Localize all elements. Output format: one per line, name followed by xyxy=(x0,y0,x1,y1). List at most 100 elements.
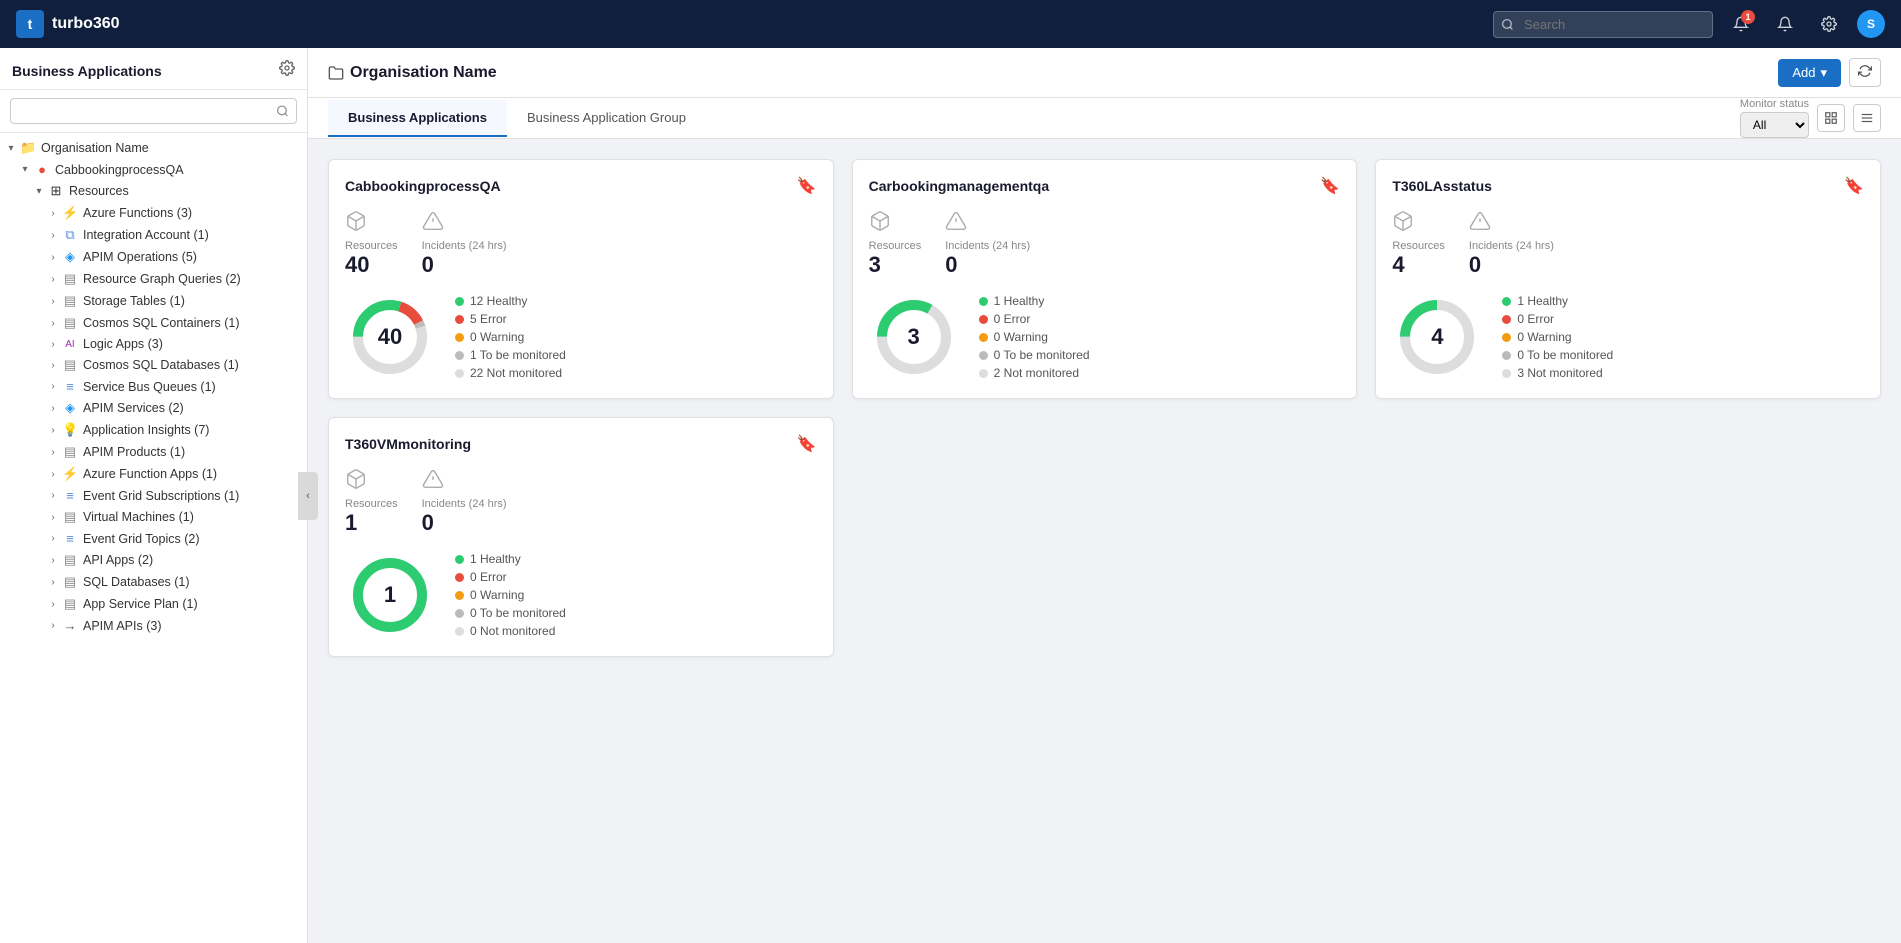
legend-dot xyxy=(1502,333,1511,342)
tree-item-label: Event Grid Subscriptions (1) xyxy=(83,489,239,503)
sidebar-item-app-insights[interactable]: › 💡 Application Insights (7) xyxy=(0,419,307,441)
app-logo[interactable]: t turbo360 xyxy=(16,10,120,38)
legend-label: 1 Healthy xyxy=(994,294,1045,308)
tab-business-application-group[interactable]: Business Application Group xyxy=(507,100,706,137)
resources-label: Resources xyxy=(345,498,398,510)
sidebar-item-app-service-plan[interactable]: › ▤ App Service Plan (1) xyxy=(0,593,307,615)
add-button[interactable]: Add ▾ xyxy=(1778,59,1841,87)
chevron-right-icon: › xyxy=(46,423,60,437)
tree-item-label: Azure Function Apps (1) xyxy=(83,467,217,481)
sidebar-item-apim-products[interactable]: › ▤ APIM Products (1) xyxy=(0,441,307,463)
sidebar-item-apim-apis[interactable]: › → APIM APIs (3) xyxy=(0,615,307,636)
sidebar-item-event-grid-subs[interactable]: › ≡ Event Grid Subscriptions (1) xyxy=(0,485,307,506)
incidents-stat: Incidents (24 hrs) 0 xyxy=(422,210,507,278)
alerts-button[interactable] xyxy=(1769,8,1801,40)
chevron-right-icon: › xyxy=(46,619,60,633)
sidebar-item-azure-functions[interactable]: › ⚡ Azure Functions (3) xyxy=(0,202,307,224)
sidebar-item-cosmos-db[interactable]: › ▤ Cosmos SQL Databases (1) xyxy=(0,354,307,376)
tree-item-label: APIM Services (2) xyxy=(83,401,184,415)
resources-stat: Resources 3 xyxy=(869,210,922,278)
sidebar-item-app[interactable]: ▾ ● CabbookingprocessQA xyxy=(0,159,307,180)
sidebar-item-org[interactable]: ▾ 📁 Organisation Name xyxy=(0,137,307,159)
sidebar-item-resource-graph[interactable]: › ▤ Resource Graph Queries (2) xyxy=(0,268,307,290)
bookmark-icon[interactable]: 🔖 xyxy=(1320,176,1340,196)
legend-dot xyxy=(979,315,988,324)
bookmark-icon[interactable]: 🔖 xyxy=(797,434,817,454)
legend-item: 0 Warning xyxy=(455,330,566,344)
card-view-button[interactable] xyxy=(1817,104,1845,132)
sidebar-settings-icon[interactable] xyxy=(279,60,295,81)
app-icon: ● xyxy=(34,162,50,177)
sidebar-item-integration-account[interactable]: › ⧉ Integration Account (1) xyxy=(0,224,307,246)
sidebar-collapse-button[interactable]: ‹ xyxy=(298,472,318,520)
resources-count: 1 xyxy=(345,510,398,536)
sidebar-item-apim-services[interactable]: › ◈ APIM Services (2) xyxy=(0,397,307,419)
avatar[interactable]: S xyxy=(1857,10,1885,38)
sidebar-item-event-grid-topics[interactable]: › ≡ Event Grid Topics (2) xyxy=(0,528,307,549)
chevron-right-icon: › xyxy=(46,316,60,330)
sidebar-item-azure-function-apps[interactable]: › ⚡ Azure Function Apps (1) xyxy=(0,463,307,485)
monitor-status-select[interactable]: All xyxy=(1740,112,1809,138)
sidebar-title: Business Applications xyxy=(12,63,162,79)
settings-button[interactable] xyxy=(1813,8,1845,40)
chevron-down-icon: ▾ xyxy=(4,141,18,155)
card-body: 3 1 Healthy 0 Error 0 Warning 0 To be mo… xyxy=(869,292,1341,382)
legend-item: 5 Error xyxy=(455,312,566,326)
tab-business-applications[interactable]: Business Applications xyxy=(328,100,507,137)
sidebar-item-apim-operations[interactable]: › ◈ APIM Operations (5) xyxy=(0,246,307,268)
card-card4: T360VMmonitoring 🔖 Resources 1 xyxy=(328,417,834,657)
legend-item: 0 Not monitored xyxy=(455,624,566,638)
chevron-right-icon: › xyxy=(46,250,60,264)
card-card1: CabbookingprocessQA 🔖 Resources 40 xyxy=(328,159,834,399)
legend-dot xyxy=(455,555,464,564)
list-view-button[interactable] xyxy=(1853,104,1881,132)
resources-label: Resources xyxy=(869,240,922,252)
search-input[interactable] xyxy=(1493,11,1713,38)
cosmos-icon: ▤ xyxy=(62,315,78,331)
sidebar-item-storage-tables[interactable]: › ▤ Storage Tables (1) xyxy=(0,290,307,312)
incidents-count: 0 xyxy=(422,252,507,278)
tree-item-label: APIM APIs (3) xyxy=(83,619,162,633)
sidebar-item-sql-databases[interactable]: › ▤ SQL Databases (1) xyxy=(0,571,307,593)
legend-item: 0 Error xyxy=(979,312,1090,326)
sidebar-item-logic-apps[interactable]: › AI Logic Apps (3) xyxy=(0,334,307,354)
refresh-button[interactable] xyxy=(1849,58,1881,87)
chevron-right-icon: › xyxy=(46,337,60,351)
notification-badge: 1 xyxy=(1741,10,1755,24)
sidebar-search-input[interactable] xyxy=(10,98,297,124)
notifications-button[interactable]: 1 xyxy=(1725,8,1757,40)
legend: 12 Healthy 5 Error 0 Warning 1 To be mon… xyxy=(455,294,566,380)
tree-item-label: Event Grid Topics (2) xyxy=(83,532,199,546)
sidebar-tree: ▾ 📁 Organisation Name ▾ ● Cabbookingproc… xyxy=(0,133,307,943)
legend-label: 1 To be monitored xyxy=(470,348,566,362)
bookmark-icon[interactable]: 🔖 xyxy=(797,176,817,196)
sidebar-item-resources[interactable]: ▾ ⊞ Resources xyxy=(0,180,307,202)
sidebar-item-service-bus[interactable]: › ≡ Service Bus Queues (1) xyxy=(0,376,307,397)
card-stats: Resources 3 Incidents (24 hrs) 0 xyxy=(869,210,1341,278)
list-view-icon xyxy=(1860,111,1874,125)
sidebar-item-cosmos-containers[interactable]: › ▤ Cosmos SQL Containers (1) xyxy=(0,312,307,334)
donut-label: 40 xyxy=(378,324,402,350)
legend-item: 0 To be monitored xyxy=(1502,348,1613,362)
legend-dot xyxy=(455,591,464,600)
sidebar-item-virtual-machines[interactable]: › ▤ Virtual Machines (1) xyxy=(0,506,307,528)
chevron-down-icon: ▾ xyxy=(32,184,46,198)
donut-chart: 1 xyxy=(345,550,435,640)
donut-chart: 3 xyxy=(869,292,959,382)
incidents-stat: Incidents (24 hrs) 0 xyxy=(945,210,1030,278)
tree-item-label: Storage Tables (1) xyxy=(83,294,185,308)
donut-label: 1 xyxy=(384,582,396,608)
chevron-right-icon: › xyxy=(46,532,60,546)
tree-item-label: APIM Products (1) xyxy=(83,445,185,459)
function-apps-icon: ⚡ xyxy=(62,466,78,482)
vm-icon: ▤ xyxy=(62,509,78,525)
alert-triangle-icon xyxy=(1469,210,1554,238)
chevron-right-icon: › xyxy=(46,272,60,286)
bookmark-icon[interactable]: 🔖 xyxy=(1844,176,1864,196)
donut-label: 3 xyxy=(908,324,920,350)
incidents-stat: Incidents (24 hrs) 0 xyxy=(422,468,507,536)
sidebar-item-api-apps[interactable]: › ▤ API Apps (2) xyxy=(0,549,307,571)
legend-item: 0 To be monitored xyxy=(979,348,1090,362)
card-header: CabbookingprocessQA 🔖 xyxy=(345,176,817,196)
alert-triangle-icon xyxy=(422,210,507,238)
